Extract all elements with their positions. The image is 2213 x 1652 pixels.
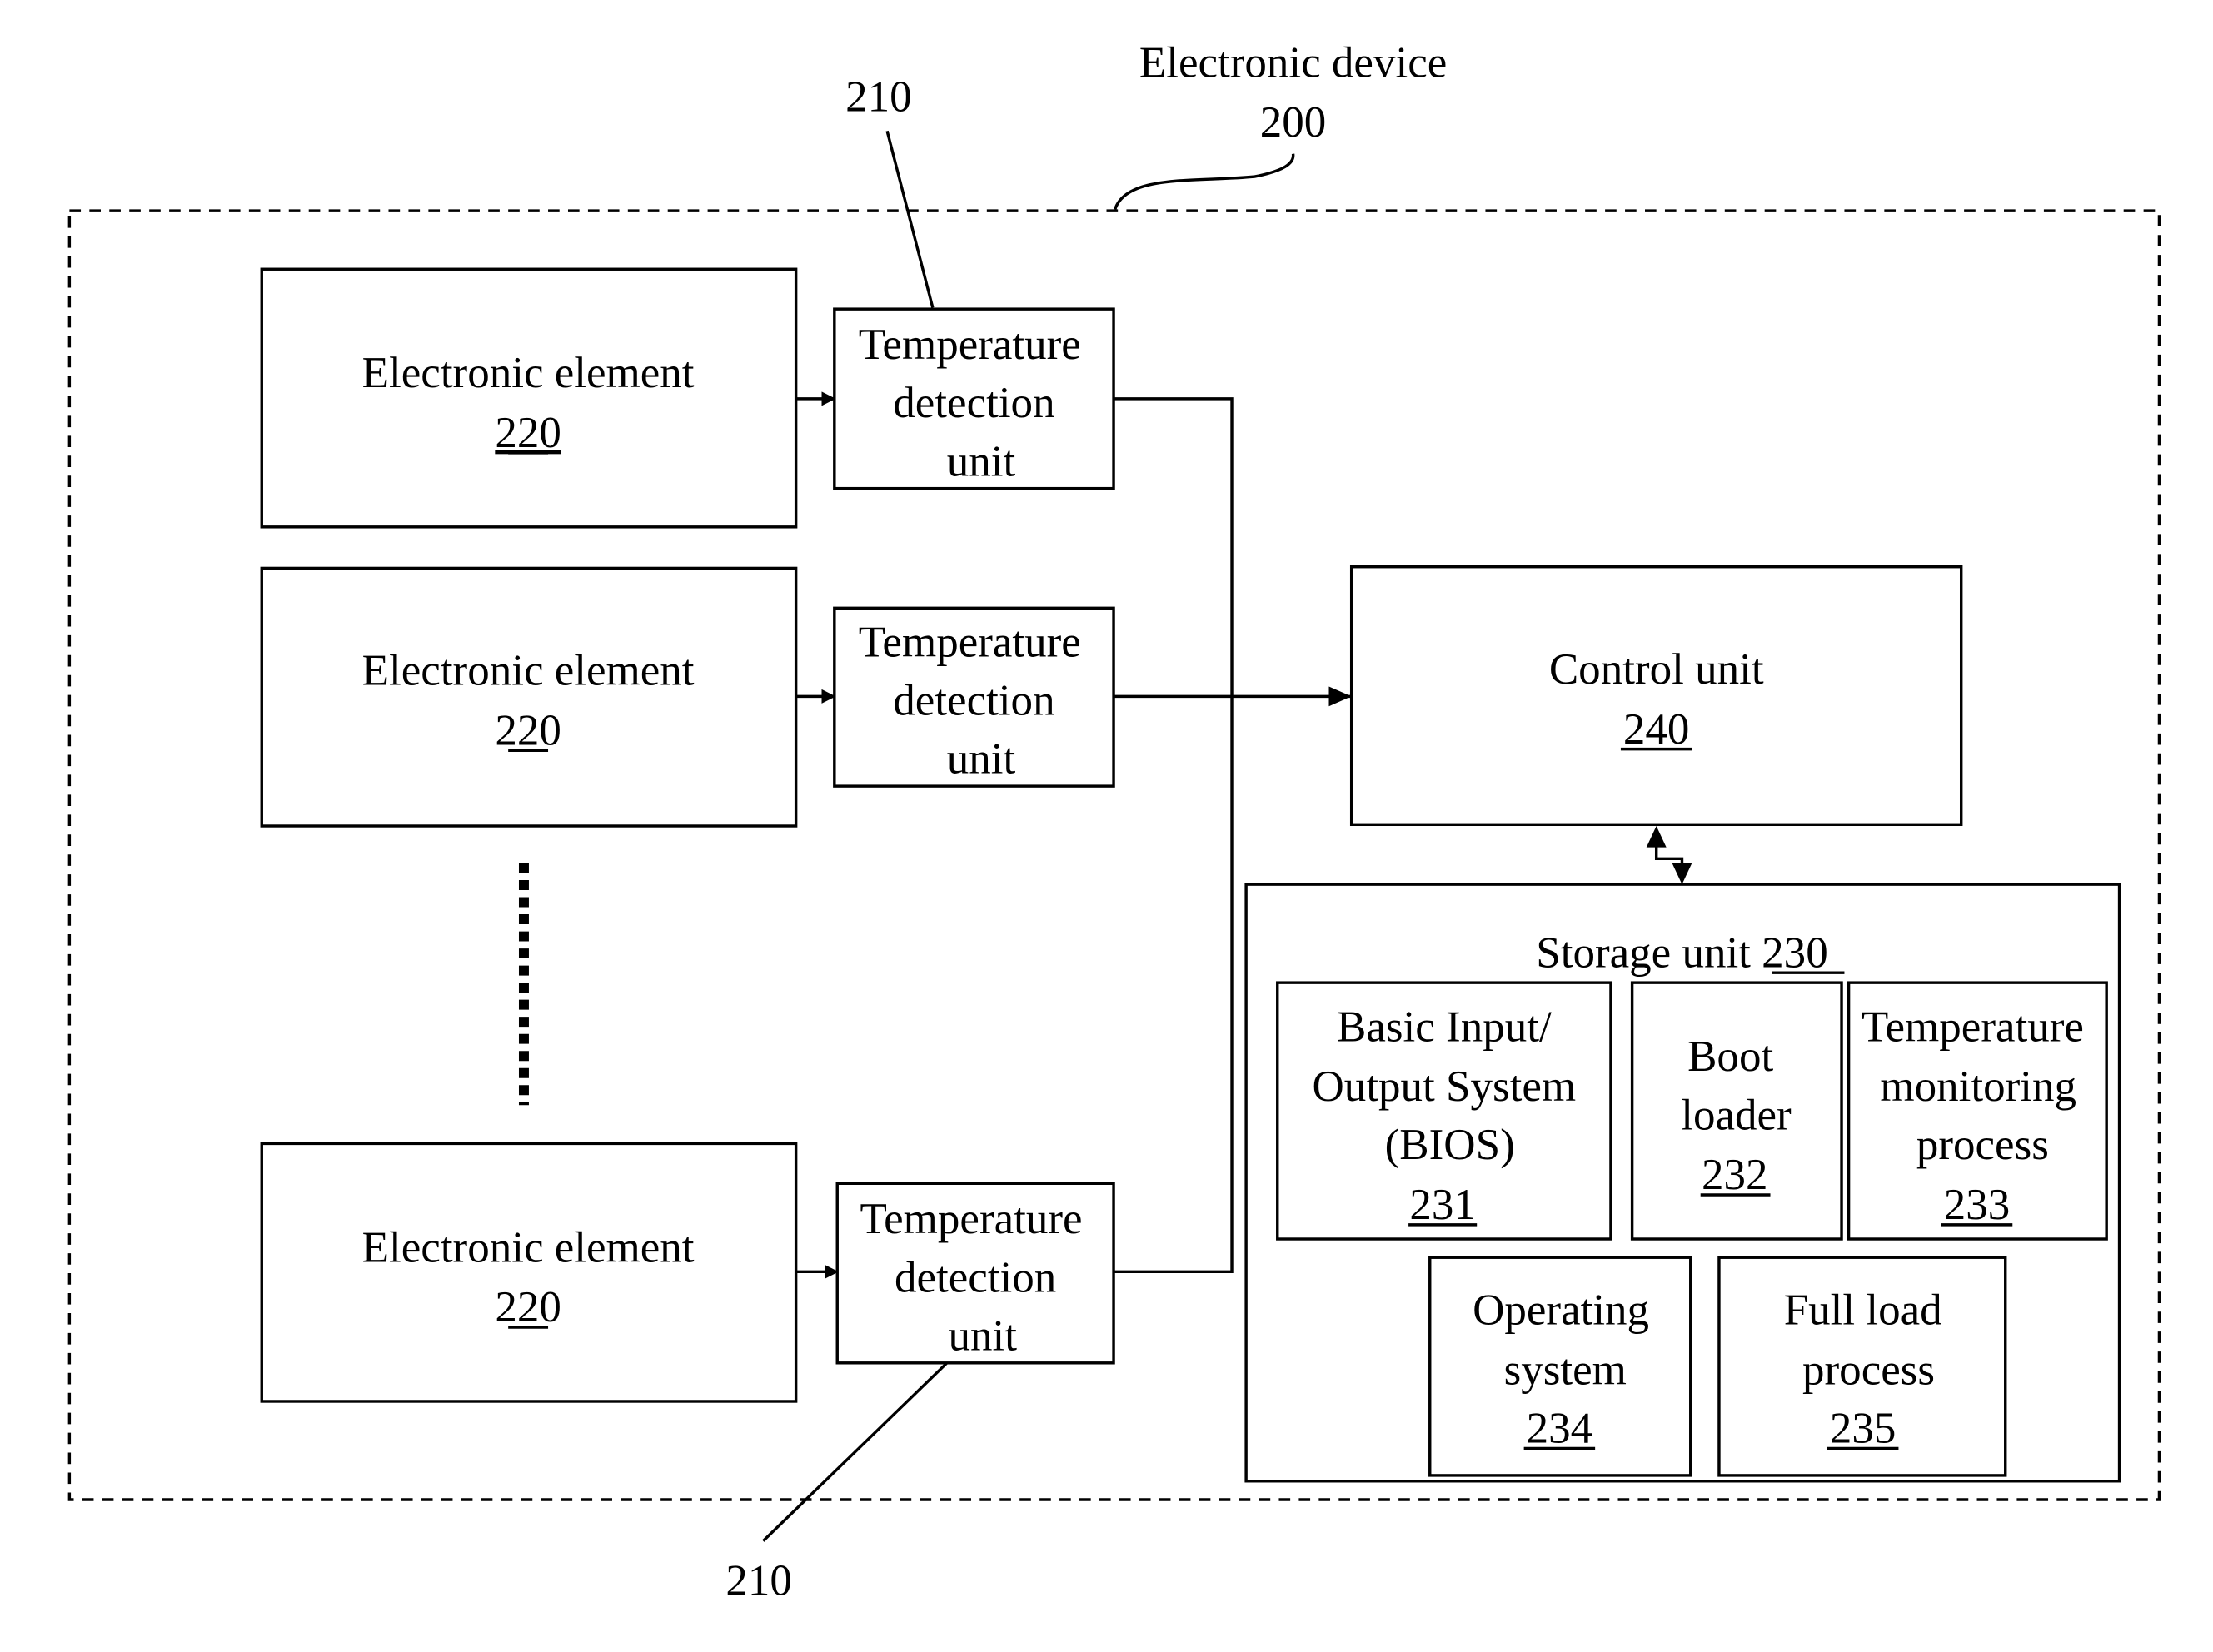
svg-text:unit: unit	[947, 437, 1016, 485]
svg-text:Boot: Boot	[1687, 1032, 1773, 1081]
svg-text:220: 220	[495, 409, 561, 457]
svg-text:Temperature: Temperature	[859, 618, 1081, 666]
device-leader-line	[1114, 153, 1295, 211]
control-storage-bidirectional-arrow	[1646, 826, 1692, 885]
svg-text:240: 240	[1623, 705, 1690, 754]
svg-text:process: process	[1916, 1121, 2049, 1169]
temperature-detection-unit-1: Temperature detection unit	[833, 307, 1115, 490]
ref-210-top: 210	[845, 72, 912, 121]
bus-line	[1114, 397, 1234, 1274]
svg-text:monitoring: monitoring	[1880, 1062, 2076, 1111]
svg-text:Temperature: Temperature	[1862, 1003, 2084, 1051]
svg-text:detection: detection	[893, 379, 1054, 427]
svg-text:loader: loader	[1681, 1091, 1792, 1139]
svg-text:Basic Input/: Basic Input/	[1337, 1003, 1552, 1051]
svg-text:detection: detection	[895, 1253, 1056, 1301]
svg-text:Storage unit 230: Storage unit 230	[1536, 928, 1827, 977]
svg-text:220: 220	[495, 1283, 561, 1331]
svg-text:232: 232	[1702, 1151, 1768, 1199]
svg-text:Electronic element: Electronic element	[362, 1223, 695, 1271]
svg-text:Output System: Output System	[1313, 1062, 1577, 1111]
svg-text:233: 233	[1944, 1181, 2011, 1229]
svg-text:Electronic element: Electronic element	[362, 647, 695, 695]
svg-text:Temperature: Temperature	[859, 321, 1081, 369]
storage-item-temperature-monitoring: Temperature monitoring process 233	[1847, 981, 2108, 1241]
device-label: Electronic device	[1139, 38, 1447, 87]
svg-text:Temperature: Temperature	[860, 1195, 1082, 1243]
storage-item-full-load-process: Full load process 235	[1717, 1256, 2007, 1477]
svg-text:231: 231	[1409, 1181, 1476, 1229]
ref-210-bottom: 210	[725, 1557, 792, 1605]
svg-text:unit: unit	[948, 1311, 1017, 1360]
leader-210-top	[885, 130, 935, 308]
svg-text:unit: unit	[947, 735, 1016, 784]
storage-item-boot-loader: Boot loader 232	[1630, 981, 1843, 1241]
svg-text:Operating: Operating	[1473, 1286, 1649, 1335]
electronic-element-2: Electronic element 220	[260, 566, 798, 828]
svg-text:(BIOS): (BIOS)	[1385, 1121, 1515, 1169]
svg-text:Control unit: Control unit	[1549, 645, 1764, 694]
svg-text:234: 234	[1527, 1405, 1593, 1453]
electronic-element-3: Electronic element 220	[260, 1142, 798, 1403]
svg-text:Electronic element: Electronic element	[362, 349, 695, 397]
electronic-element-1: Electronic element 220	[260, 267, 798, 529]
storage-item-operating-system: Operating system 234	[1428, 1256, 1692, 1477]
storage-item-bios: Basic Input/ Output System (BIOS) 231	[1276, 981, 1612, 1241]
svg-text:detection: detection	[893, 677, 1054, 725]
svg-text:220: 220	[495, 707, 561, 755]
temperature-detection-unit-2: Temperature detection unit	[833, 606, 1115, 788]
control-unit: Control unit 240	[1349, 565, 1963, 826]
svg-text:Full load: Full load	[1784, 1286, 1942, 1335]
block-diagram: Electronic device 200 210 210 Electronic…	[67, 38, 2161, 1605]
temperature-detection-unit-3: Temperature detection unit	[835, 1182, 1115, 1365]
svg-text:process: process	[1802, 1346, 1935, 1394]
svg-text:235: 235	[1830, 1405, 1897, 1453]
device-ref: 200	[1260, 98, 1327, 147]
svg-text:system: system	[1504, 1346, 1627, 1394]
